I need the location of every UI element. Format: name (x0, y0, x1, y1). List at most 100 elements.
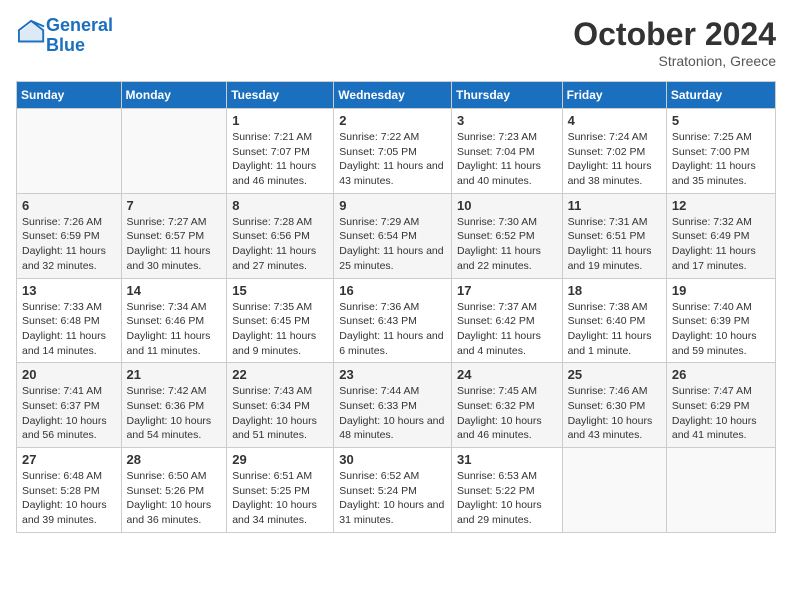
day-number: 25 (568, 367, 661, 382)
day-info: Sunrise: 7:46 AMSunset: 6:30 PMDaylight:… (568, 384, 661, 443)
location: Stratonion, Greece (573, 53, 776, 69)
day-number: 18 (568, 283, 661, 298)
calendar-cell: 11 Sunrise: 7:31 AMSunset: 6:51 PMDayligh… (562, 193, 666, 278)
calendar-table: SundayMondayTuesdayWednesdayThursdayFrid… (16, 81, 776, 533)
calendar-cell: 28 Sunrise: 6:50 AMSunset: 5:26 PMDayligh… (121, 448, 227, 533)
calendar-cell: 19 Sunrise: 7:40 AMSunset: 6:39 PMDayligh… (666, 278, 775, 363)
day-info: Sunrise: 7:34 AMSunset: 6:46 PMDaylight:… (127, 300, 222, 359)
day-number: 27 (22, 452, 116, 467)
day-info: Sunrise: 7:35 AMSunset: 6:45 PMDaylight:… (232, 300, 328, 359)
calendar-week-row: 6 Sunrise: 7:26 AMSunset: 6:59 PMDaylight… (17, 193, 776, 278)
weekday-header: Sunday (17, 82, 122, 109)
calendar-cell (17, 109, 122, 194)
calendar-cell: 4Sunrise: 7:24 AMSunset: 7:02 PMDaylight… (562, 109, 666, 194)
day-info: Sunrise: 7:25 AMSunset: 7:00 PMDaylight:… (672, 130, 770, 189)
day-number: 23 (339, 367, 446, 382)
day-info: Sunrise: 7:26 AMSunset: 6:59 PMDaylight:… (22, 215, 116, 274)
day-info: Sunrise: 7:33 AMSunset: 6:48 PMDaylight:… (22, 300, 116, 359)
calendar-cell: 15Sunrise: 7:35 AMSunset: 6:45 PMDayligh… (227, 278, 334, 363)
calendar-cell: 23 Sunrise: 7:44 AMSunset: 6:33 PMDayligh… (334, 363, 452, 448)
calendar-cell: 27 Sunrise: 6:48 AMSunset: 5:28 PMDayligh… (17, 448, 122, 533)
day-info: Sunrise: 7:45 AMSunset: 6:32 PMDaylight:… (457, 384, 557, 443)
calendar-cell (562, 448, 666, 533)
calendar-cell: 26 Sunrise: 7:47 AMSunset: 6:29 PMDayligh… (666, 363, 775, 448)
calendar-cell: 31 Sunrise: 6:53 AMSunset: 5:22 PMDayligh… (451, 448, 562, 533)
day-info: Sunrise: 7:38 AMSunset: 6:40 PMDaylight:… (568, 300, 661, 359)
calendar-cell: 20Sunrise: 7:41 AMSunset: 6:37 PMDayligh… (17, 363, 122, 448)
day-info: Sunrise: 6:50 AMSunset: 5:26 PMDaylight:… (127, 469, 222, 528)
day-info: Sunrise: 7:30 AMSunset: 6:52 PMDaylight:… (457, 215, 557, 274)
calendar-cell: 17 Sunrise: 7:37 AMSunset: 6:42 PMDayligh… (451, 278, 562, 363)
day-number: 31 (457, 452, 557, 467)
calendar-cell: 9 Sunrise: 7:29 AMSunset: 6:54 PMDaylight… (334, 193, 452, 278)
day-number: 19 (672, 283, 770, 298)
day-number: 3 (457, 113, 557, 128)
calendar-cell: 24 Sunrise: 7:45 AMSunset: 6:32 PMDayligh… (451, 363, 562, 448)
page-header: GeneralBlue October 2024 Stratonion, Gre… (16, 16, 776, 69)
day-info: Sunrise: 7:28 AMSunset: 6:56 PMDaylight:… (232, 215, 328, 274)
day-info: Sunrise: 7:21 AMSunset: 7:07 PMDaylight:… (232, 130, 328, 189)
day-number: 22 (232, 367, 328, 382)
day-info: Sunrise: 7:22 AMSunset: 7:05 PMDaylight:… (339, 130, 446, 189)
calendar-cell: 1Sunrise: 7:21 AMSunset: 7:07 PMDaylight… (227, 109, 334, 194)
month-title: October 2024 (573, 16, 776, 53)
calendar-cell: 7 Sunrise: 7:27 AMSunset: 6:57 PMDaylight… (121, 193, 227, 278)
day-info: Sunrise: 7:27 AMSunset: 6:57 PMDaylight:… (127, 215, 222, 274)
day-number: 9 (339, 198, 446, 213)
day-number: 2 (339, 113, 446, 128)
day-info: Sunrise: 6:52 AMSunset: 5:24 PMDaylight:… (339, 469, 446, 528)
weekday-header-row: SundayMondayTuesdayWednesdayThursdayFrid… (17, 82, 776, 109)
day-info: Sunrise: 7:47 AMSunset: 6:29 PMDaylight:… (672, 384, 770, 443)
day-number: 16 (339, 283, 446, 298)
calendar-week-row: 27 Sunrise: 6:48 AMSunset: 5:28 PMDayligh… (17, 448, 776, 533)
day-info: Sunrise: 7:44 AMSunset: 6:33 PMDaylight:… (339, 384, 446, 443)
day-number: 26 (672, 367, 770, 382)
day-number: 6 (22, 198, 116, 213)
day-info: Sunrise: 7:31 AMSunset: 6:51 PMDaylight:… (568, 215, 661, 274)
day-number: 24 (457, 367, 557, 382)
day-number: 4 (568, 113, 661, 128)
calendar-cell: 14Sunrise: 7:34 AMSunset: 6:46 PMDayligh… (121, 278, 227, 363)
day-number: 8 (232, 198, 328, 213)
calendar-cell: 8 Sunrise: 7:28 AMSunset: 6:56 PMDaylight… (227, 193, 334, 278)
calendar-cell: 25 Sunrise: 7:46 AMSunset: 6:30 PMDayligh… (562, 363, 666, 448)
day-number: 21 (127, 367, 222, 382)
day-number: 12 (672, 198, 770, 213)
day-info: Sunrise: 7:29 AMSunset: 6:54 PMDaylight:… (339, 215, 446, 274)
logo-icon (18, 19, 46, 47)
day-info: Sunrise: 7:32 AMSunset: 6:49 PMDaylight:… (672, 215, 770, 274)
day-info: Sunrise: 7:37 AMSunset: 6:42 PMDaylight:… (457, 300, 557, 359)
day-number: 17 (457, 283, 557, 298)
day-number: 29 (232, 452, 328, 467)
day-number: 10 (457, 198, 557, 213)
weekday-header: Wednesday (334, 82, 452, 109)
day-info: Sunrise: 7:36 AMSunset: 6:43 PMDaylight:… (339, 300, 446, 359)
day-number: 13 (22, 283, 116, 298)
weekday-header: Saturday (666, 82, 775, 109)
calendar-cell: 18 Sunrise: 7:38 AMSunset: 6:40 PMDayligh… (562, 278, 666, 363)
day-number: 20 (22, 367, 116, 382)
calendar-cell: 10 Sunrise: 7:30 AMSunset: 6:52 PMDayligh… (451, 193, 562, 278)
calendar-cell: 2 Sunrise: 7:22 AMSunset: 7:05 PMDaylight… (334, 109, 452, 194)
calendar-cell: 16 Sunrise: 7:36 AMSunset: 6:43 PMDayligh… (334, 278, 452, 363)
day-info: Sunrise: 7:23 AMSunset: 7:04 PMDaylight:… (457, 130, 557, 189)
day-number: 7 (127, 198, 222, 213)
day-info: Sunrise: 7:42 AMSunset: 6:36 PMDaylight:… (127, 384, 222, 443)
day-info: Sunrise: 7:40 AMSunset: 6:39 PMDaylight:… (672, 300, 770, 359)
calendar-cell: 21 Sunrise: 7:42 AMSunset: 6:36 PMDayligh… (121, 363, 227, 448)
day-info: Sunrise: 6:53 AMSunset: 5:22 PMDaylight:… (457, 469, 557, 528)
day-info: Sunrise: 6:51 AMSunset: 5:25 PMDaylight:… (232, 469, 328, 528)
calendar-cell: 13 Sunrise: 7:33 AMSunset: 6:48 PMDayligh… (17, 278, 122, 363)
day-number: 30 (339, 452, 446, 467)
weekday-header: Tuesday (227, 82, 334, 109)
calendar-cell: 5 Sunrise: 7:25 AMSunset: 7:00 PMDaylight… (666, 109, 775, 194)
day-info: Sunrise: 6:48 AMSunset: 5:28 PMDaylight:… (22, 469, 116, 528)
day-number: 11 (568, 198, 661, 213)
day-number: 28 (127, 452, 222, 467)
calendar-cell (121, 109, 227, 194)
calendar-cell: 29 Sunrise: 6:51 AMSunset: 5:25 PMDayligh… (227, 448, 334, 533)
calendar-cell: 6 Sunrise: 7:26 AMSunset: 6:59 PMDaylight… (17, 193, 122, 278)
calendar-week-row: 1Sunrise: 7:21 AMSunset: 7:07 PMDaylight… (17, 109, 776, 194)
day-number: 5 (672, 113, 770, 128)
weekday-header: Monday (121, 82, 227, 109)
